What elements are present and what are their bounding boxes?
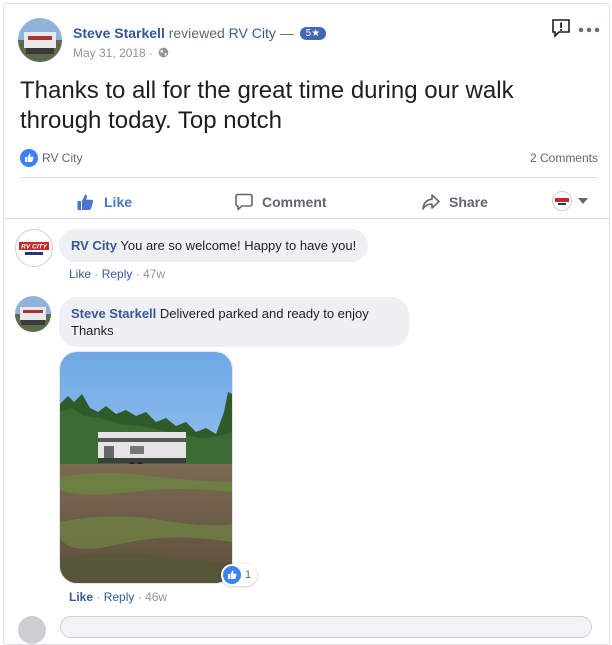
page-name-link[interactable]: RV City [229,25,276,41]
comment-text: You are so welcome! Happy to have you! [120,238,357,253]
report-icon[interactable] [551,18,571,38]
author-avatar[interactable] [18,18,62,62]
reviewed-text: reviewed [168,25,225,41]
comment-label: Comment [262,194,327,210]
like-reaction-icon[interactable] [20,149,38,170]
separator: · [94,267,99,281]
rv-city-avatar[interactable]: RV CITY [15,229,53,267]
comment-photo[interactable] [59,351,233,584]
comment-bubble: Steve Starkell Delivered parked and read… [59,297,409,347]
comment-reply-link[interactable]: Reply [104,590,135,604]
thumbs-up-icon [77,194,94,210]
reactions-row: RV City 2 Comments [20,148,598,168]
separator: · [96,590,101,604]
like-label: Like [104,194,133,210]
comment-actions: Like · Reply · 47w [69,267,165,281]
reaction-count: 1 [245,569,252,581]
post-text: Thanks to all for the great time during … [20,77,514,134]
divider [20,177,598,178]
chevron-down-icon [578,198,588,204]
comments-count[interactable]: 2 Comments [530,151,598,165]
share-button[interactable]: Share [421,191,488,213]
rating-badge: 5★ [299,27,327,40]
page-selector[interactable] [552,191,588,211]
comment-button[interactable]: Comment [234,191,327,213]
author-name[interactable]: Steve Starkell [73,25,165,41]
photo-reaction-count[interactable]: 1 [221,564,258,586]
commenter-name[interactable]: Steve Starkell [71,306,156,321]
date-text: May 31, 2018 · [73,46,154,60]
commenter-avatar[interactable] [15,296,51,332]
post-date[interactable]: May 31, 2018 · [73,46,169,60]
reaction-names[interactable]: RV City [42,151,82,165]
comment-like-link[interactable]: Like [69,590,93,604]
share-icon [422,194,440,210]
share-label: Share [449,194,488,210]
like-button[interactable]: Like [76,191,132,213]
comment-reply-link[interactable]: Reply [102,267,133,281]
commenter-name[interactable]: RV City [71,238,117,253]
comment-bubble: RV City You are so welcome! Happy to hav… [59,229,369,262]
rv-city-logo-text: RV CITY [21,244,47,251]
comment-actions: Like · Reply · 46w [69,590,167,604]
like-reaction-icon [223,566,241,584]
more-options-icon[interactable] [577,22,601,33]
globe-icon [159,47,169,58]
page-avatar-small [552,191,572,211]
comment-icon [235,193,253,211]
dash: — [279,25,294,41]
comment-text: Delivered parked and ready to enjoy [159,306,369,321]
separator: · [137,590,142,604]
separator: · [135,267,140,281]
reply-input-partial[interactable] [60,616,592,638]
comment-time[interactable]: 47w [143,267,165,281]
reply-avatar-partial [18,616,46,644]
author-line: Steve Starkell reviewed RV City — 5★ [73,25,327,41]
comment-text-line2: Thanks [71,323,114,338]
comment-time[interactable]: 46w [145,590,167,604]
comment-like-link[interactable]: Like [69,267,91,281]
